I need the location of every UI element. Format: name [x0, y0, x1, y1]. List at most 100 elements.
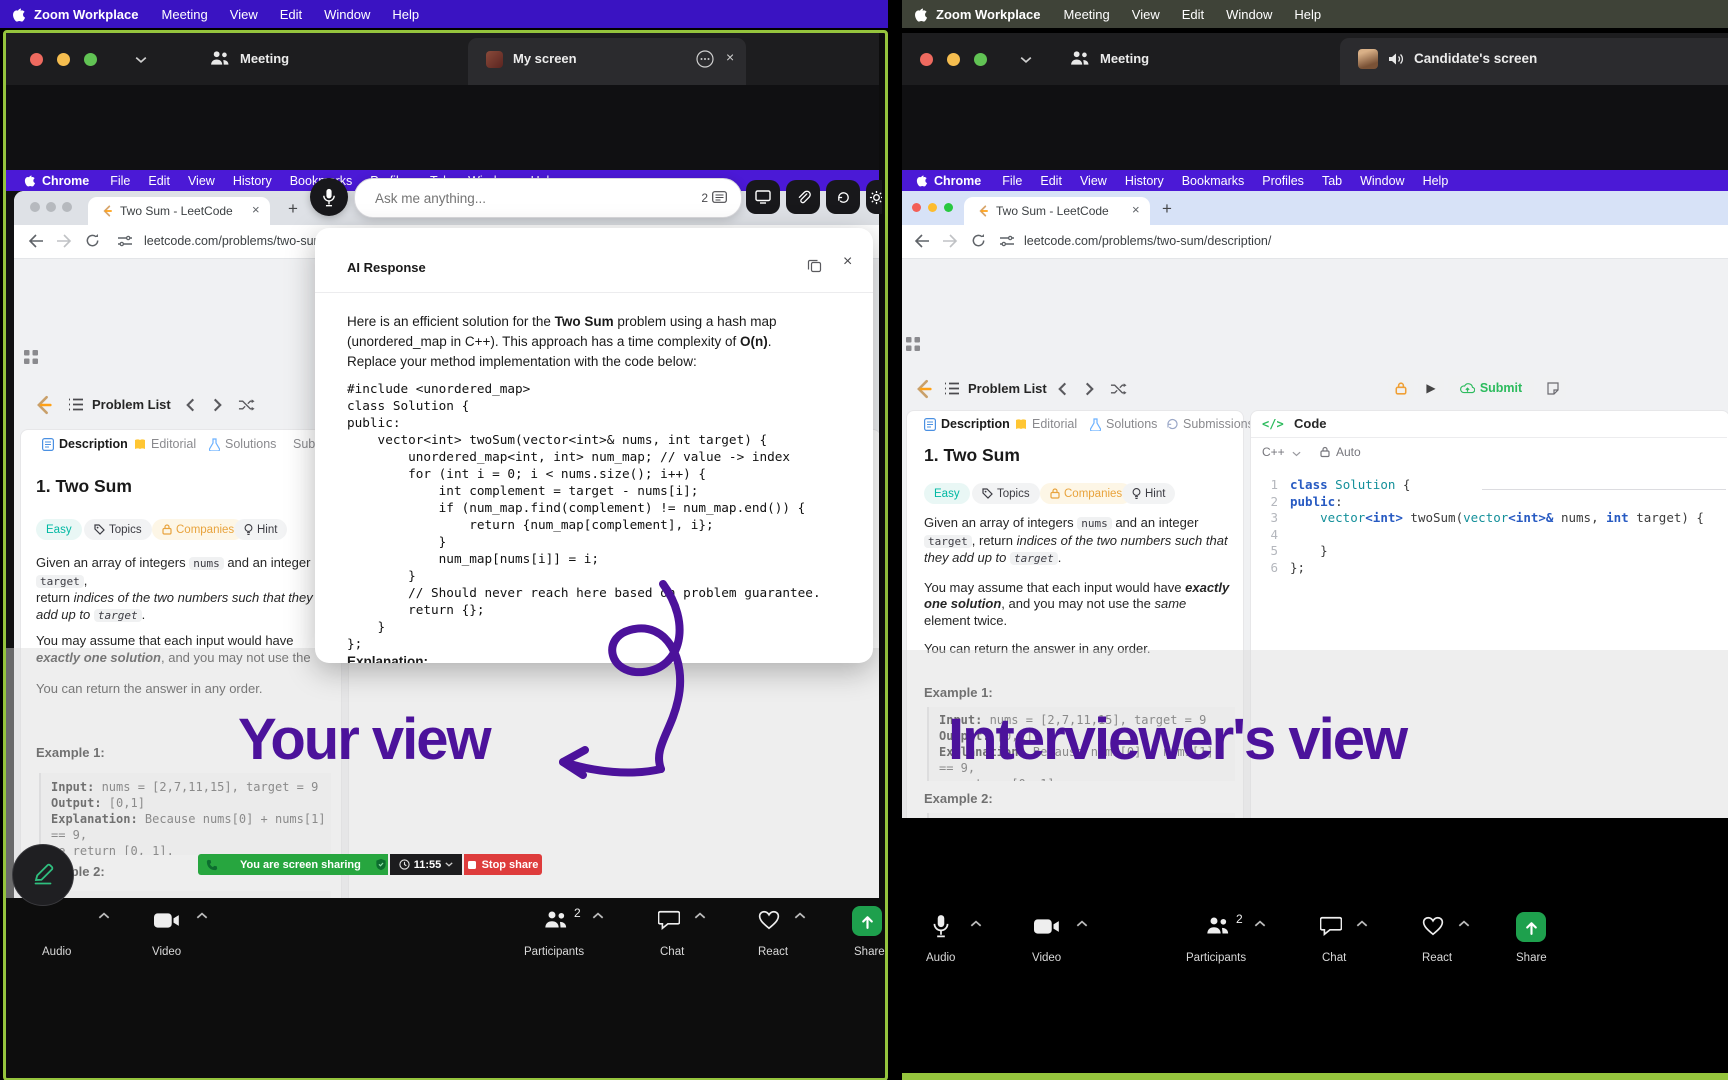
video-options-chevron[interactable] — [1076, 920, 1088, 927]
ask-input[interactable] — [373, 189, 702, 207]
chat-label[interactable]: Chat — [1322, 952, 1346, 964]
chrome-zoom-button[interactable] — [944, 203, 953, 212]
video-icon[interactable] — [154, 912, 180, 929]
submit-button[interactable]: Submit — [1448, 376, 1534, 400]
copy-icon[interactable] — [807, 258, 822, 273]
tab-description[interactable]: Description — [42, 437, 128, 451]
react-options-chevron[interactable] — [1458, 920, 1470, 927]
new-tab-icon[interactable]: + — [288, 199, 298, 219]
problem-list-label[interactable]: Problem List — [92, 397, 171, 412]
chat-icon[interactable] — [658, 910, 680, 930]
video-label[interactable]: Video — [1032, 952, 1061, 964]
chrome-menu-file[interactable]: File — [110, 174, 130, 188]
shuffle-icon[interactable] — [1110, 382, 1127, 396]
chevron-down-icon[interactable] — [135, 56, 147, 64]
zoom-tab-meeting[interactable]: Meeting — [1100, 51, 1149, 66]
tab-solutions[interactable]: Solutions — [1090, 417, 1157, 431]
forward-icon[interactable] — [56, 234, 72, 248]
ai-screen-button[interactable] — [746, 180, 780, 214]
tab-close-icon[interactable]: × — [252, 202, 260, 217]
video-options-chevron[interactable] — [196, 912, 208, 919]
new-tab-icon[interactable]: + — [1162, 199, 1172, 219]
url-text[interactable]: leetcode.com/problems/two-sum — [144, 234, 324, 248]
video-icon[interactable] — [1034, 918, 1060, 935]
zoom-tab-my-screen-label[interactable]: My screen — [513, 51, 577, 66]
participants-label[interactable]: Participants — [1186, 952, 1246, 964]
problem-list-icon[interactable] — [944, 382, 960, 395]
participants-label[interactable]: Participants — [524, 946, 584, 958]
zoom-window-button[interactable] — [84, 53, 97, 66]
leetcode-logo[interactable] — [32, 393, 54, 417]
back-icon[interactable] — [914, 234, 930, 248]
editor-code[interactable]: class Solution { public: vector<int> two… — [1290, 477, 1726, 576]
back-icon[interactable] — [28, 234, 44, 248]
react-options-chevron[interactable] — [794, 912, 806, 919]
tab-description[interactable]: Description — [924, 417, 1010, 431]
react-heart-icon[interactable] — [758, 910, 780, 930]
react-label[interactable]: React — [758, 946, 788, 958]
ai-history-button[interactable] — [826, 180, 860, 214]
zoom-tab-candidate-label[interactable]: Candidate's screen — [1414, 51, 1537, 66]
chrome-menu-help[interactable]: Help — [1423, 174, 1449, 188]
menu-help[interactable]: Help — [392, 7, 419, 22]
stop-share-button[interactable]: Stop share — [464, 854, 542, 875]
topics-badge[interactable]: Topics — [84, 519, 152, 540]
participants-icon[interactable] — [1206, 916, 1230, 935]
chat-label[interactable]: Chat — [660, 946, 684, 958]
chrome-close-button[interactable] — [30, 202, 40, 212]
share-label[interactable]: Share — [1516, 952, 1547, 964]
audio-options-chevron[interactable] — [970, 920, 982, 927]
leetcode-logo[interactable] — [912, 377, 934, 401]
reload-icon[interactable] — [85, 233, 100, 248]
share-label[interactable]: Share — [854, 946, 885, 958]
tab-submissions[interactable]: Submissions — [1166, 417, 1254, 431]
site-settings-icon[interactable] — [1000, 235, 1014, 247]
browser-tab-title[interactable]: Two Sum - LeetCode — [996, 204, 1109, 218]
chrome-menu-tab[interactable]: Tab — [1322, 174, 1342, 188]
meeting-timer-pill[interactable]: 11:55 — [390, 854, 462, 875]
chrome-menu-history[interactable]: History — [233, 174, 272, 188]
menu-window[interactable]: Window — [324, 7, 370, 22]
share-screen-button[interactable] — [1516, 912, 1546, 942]
close-tab-icon[interactable]: × — [726, 49, 734, 65]
problem-list-label[interactable]: Problem List — [968, 381, 1047, 396]
participants-icon[interactable] — [544, 910, 568, 929]
hint-badge[interactable]: Hint — [1122, 483, 1176, 504]
next-problem-icon[interactable] — [213, 398, 222, 412]
menu-help[interactable]: Help — [1294, 7, 1321, 22]
reload-icon[interactable] — [971, 233, 986, 248]
hint-badge[interactable]: Hint — [234, 519, 288, 540]
close-window-button[interactable] — [30, 53, 43, 66]
site-settings-icon[interactable] — [118, 235, 132, 247]
tab-close-icon[interactable]: × — [1132, 202, 1140, 217]
participants-options-chevron[interactable] — [1254, 920, 1266, 927]
apps-grid-icon[interactable] — [906, 337, 920, 351]
url-text[interactable]: leetcode.com/problems/two-sum/descriptio… — [1024, 234, 1271, 248]
mic-icon[interactable] — [932, 914, 950, 938]
ai-settings-button[interactable] — [866, 180, 882, 214]
react-label[interactable]: React — [1422, 952, 1452, 964]
menu-window[interactable]: Window — [1226, 7, 1272, 22]
menu-meeting[interactable]: Meeting — [1064, 7, 1110, 22]
chevron-down-icon[interactable] — [1020, 56, 1032, 64]
close-window-button[interactable] — [920, 53, 933, 66]
chrome-menu-history[interactable]: History — [1125, 174, 1164, 188]
timed-lock-button[interactable] — [1388, 376, 1414, 400]
chrome-menu-edit[interactable]: Edit — [1040, 174, 1062, 188]
share-screen-button[interactable] — [852, 906, 882, 936]
chrome-minimize-button[interactable] — [46, 202, 56, 212]
next-problem-icon[interactable] — [1085, 382, 1094, 396]
chrome-menu-view[interactable]: View — [1080, 174, 1107, 188]
chrome-menu-app[interactable]: Chrome — [42, 174, 89, 188]
annotate-button[interactable] — [12, 844, 74, 906]
audio-options-chevron[interactable] — [98, 912, 110, 919]
zoom-tab-meeting[interactable]: Meeting — [240, 51, 289, 66]
language-selector[interactable]: C++ — [1262, 445, 1285, 459]
chat-options-chevron[interactable] — [1356, 920, 1368, 927]
companies-badge[interactable]: Companies — [1040, 483, 1133, 504]
prev-problem-icon[interactable] — [186, 398, 195, 412]
participants-options-chevron[interactable] — [592, 912, 604, 919]
apps-grid-icon[interactable] — [24, 350, 38, 364]
ai-ask-bar[interactable]: 2 — [354, 178, 742, 218]
chrome-menu-window[interactable]: Window — [1360, 174, 1404, 188]
